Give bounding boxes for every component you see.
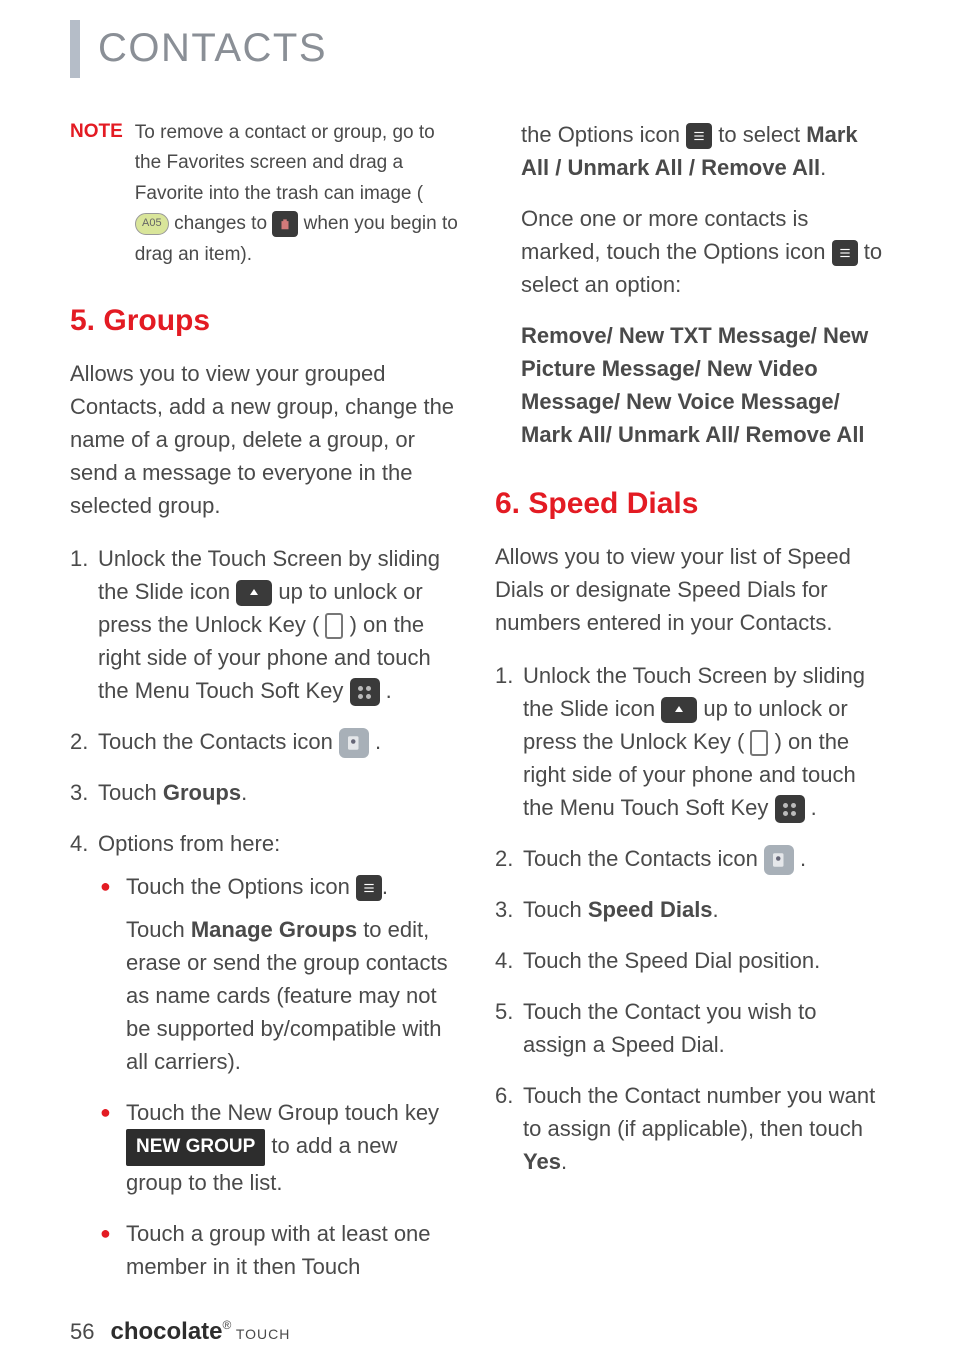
step-4: Options from here: Touch the Options ico… [70,827,459,1283]
section-6-steps: Unlock the Touch Screen by sliding the S… [495,659,884,1178]
sd-step-3: Touch Speed Dials. [495,893,884,926]
step-2-b: . [375,729,381,754]
step-3-a: Touch [98,780,163,805]
step-4-bullets: Touch the Options icon . Touch Manage Gr… [98,870,459,1283]
bullet-1-a: Touch the Options icon [126,874,356,899]
left-column: NOTE To remove a contact or group, go to… [70,118,459,1301]
bullet-2-a: Touch the New Group touch key [126,1100,439,1125]
footer: 56 chocolate® TOUCH [70,1318,290,1346]
continuation-3: Remove/ New TXT Message/ New Picture Mes… [495,319,884,451]
section-6-intro: Allows you to view your list of Speed Di… [495,540,884,639]
sd-6-b: Yes [523,1149,561,1174]
note-block: NOTE To remove a contact or group, go to… [70,118,459,270]
options-icon [832,240,858,266]
bullet-1-para-a: Touch [126,917,191,942]
sd-step-6: Touch the Contact number you want to ass… [495,1079,884,1178]
sd-step-5: Touch the Contact you wish to assign a S… [495,995,884,1061]
step-3-c: . [241,780,247,805]
slide-up-icon [236,580,272,606]
sd-step-1: Unlock the Touch Screen by sliding the S… [495,659,884,824]
contacts-icon [339,728,369,758]
menu-touch-key-icon [775,795,805,823]
brand-name: chocolate [110,1318,222,1345]
brand-reg: ® [223,1318,232,1332]
step-1: Unlock the Touch Screen by sliding the S… [70,542,459,707]
bullet-1-para-b: Manage Groups [191,917,357,942]
continuation-2: Once one or more contacts is marked, tou… [495,202,884,301]
brand-sub: TOUCH [236,1326,291,1342]
sd-step-4: Touch the Speed Dial position. [495,944,884,977]
sd-2-a: Touch the Contacts icon [523,846,764,871]
step-2-a: Touch the Contacts icon [98,729,339,754]
options-icon [686,123,712,149]
sd-2-b: . [800,846,806,871]
bullet-1-para: Touch Manage Groups to edit, erase or se… [126,913,459,1078]
bullet-3: Touch a group with at least one member i… [100,1217,459,1283]
header-accent [70,20,80,78]
cont2-a: Once one or more contacts is marked, tou… [521,206,832,264]
brand: chocolate® TOUCH [110,1318,290,1346]
bullet-3-text: Touch a group with at least one member i… [126,1221,431,1279]
oval-count-icon: A05 [135,213,169,235]
contacts-icon [764,845,794,875]
unlock-key-icon [750,730,768,756]
section-6-heading: 6. Speed Dials [495,481,884,526]
cont1-a: the Options icon [521,122,686,147]
trash-icon [272,211,298,237]
sd-6-c: . [561,1149,567,1174]
new-group-button[interactable]: NEW GROUP [126,1129,265,1166]
page-number: 56 [70,1319,94,1345]
step-4-text: Options from here: [98,831,280,856]
page-title: CONTACTS [98,20,327,71]
note-text-before: To remove a contact or group, go to the … [135,122,435,204]
continuation-1: the Options icon to select Mark All / Un… [495,118,884,184]
sd-3-a: Touch [523,897,588,922]
sd-3-b: Speed Dials [588,897,713,922]
cont1-d: . [820,155,826,180]
note-text: To remove a contact or group, go to the … [135,118,459,270]
section-5-heading: 5. Groups [70,298,459,343]
step-2: Touch the Contacts icon . [70,725,459,758]
sd-1-d: . [811,795,817,820]
note-text-mid: changes to [174,213,272,234]
content-columns: NOTE To remove a contact or group, go to… [70,118,884,1301]
header: CONTACTS [70,20,884,78]
bullet-2: Touch the New Group touch key NEW GROUP … [100,1096,459,1199]
section-5-intro: Allows you to view your grouped Contacts… [70,357,459,522]
cont1-b: to select [718,122,806,147]
options-icon [356,875,382,901]
section-5-steps: Unlock the Touch Screen by sliding the S… [70,542,459,1283]
right-column: the Options icon to select Mark All / Un… [495,118,884,1301]
menu-touch-key-icon [350,678,380,706]
bullet-1-b: . [382,874,388,899]
sd-step-2: Touch the Contacts icon . [495,842,884,875]
sd-3-c: . [713,897,719,922]
sd-6-a: Touch the Contact number you want to ass… [523,1083,875,1141]
step-1-d: . [386,678,392,703]
slide-up-icon [661,697,697,723]
unlock-key-icon [325,613,343,639]
step-3-bold: Groups [163,780,241,805]
note-label: NOTE [70,118,123,270]
step-3: Touch Groups. [70,776,459,809]
bullet-1: Touch the Options icon . Touch Manage Gr… [100,870,459,1078]
